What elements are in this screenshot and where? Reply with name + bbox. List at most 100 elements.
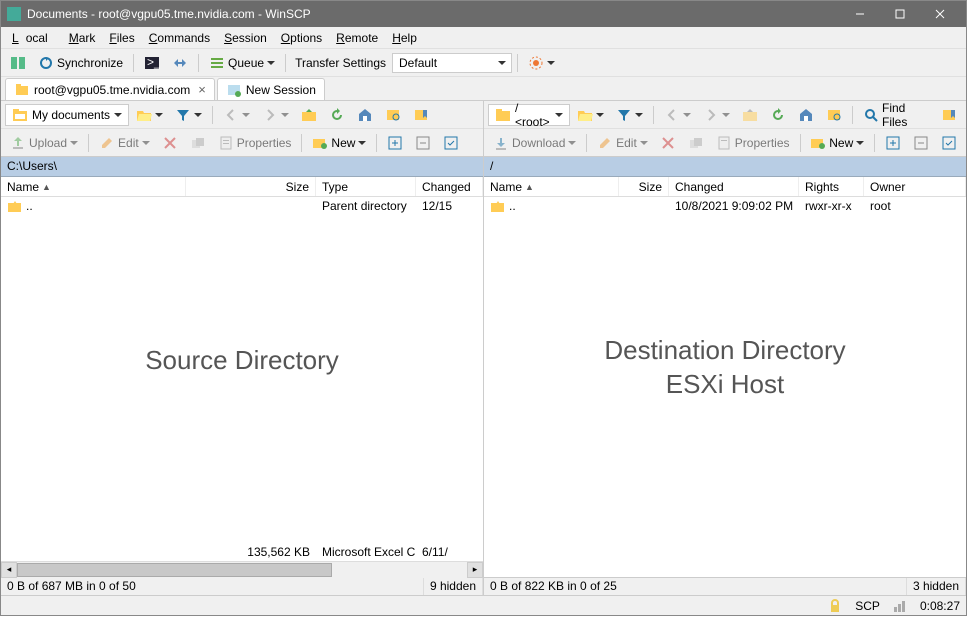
remote-back-button[interactable] [659,104,696,126]
remote-bookmark-button[interactable] [936,104,962,126]
local-props-button[interactable]: Properties [213,132,297,154]
scroll-track[interactable] [17,562,467,578]
col-name[interactable]: Name▲ [1,177,186,196]
remote-up-button[interactable] [737,104,763,126]
overlay-label: Destination Directory ESXi Host [604,334,845,402]
remote-refresh-button[interactable] [765,104,791,126]
local-new-button[interactable]: New [307,132,371,154]
chevron-down-icon [683,111,691,119]
close-button[interactable] [920,1,960,27]
remote-select-button[interactable] [936,132,962,154]
chevron-down-icon [547,59,555,67]
local-edit-button[interactable]: Edit [94,132,155,154]
local-explore-button[interactable] [380,104,406,126]
remote-move-button[interactable] [683,132,709,154]
file-row[interactable]: .. 10/8/2021 9:09:02 PM rwxr-xr-x root [484,197,966,215]
queue-button[interactable]: Queue [204,52,280,74]
local-hscroll[interactable]: ◂ ▸ [1,561,483,577]
col-type[interactable]: Type [316,177,416,196]
remote-forward-button[interactable] [698,104,735,126]
sync-browse-button[interactable] [167,52,193,74]
col-size[interactable]: Size [186,177,316,196]
menu-session[interactable]: Session [217,29,274,47]
menu-options[interactable]: Options [274,29,329,47]
remote-delete-button[interactable] [655,132,681,154]
remote-expand-button[interactable] [880,132,906,154]
remote-new-button[interactable]: New [805,132,869,154]
remote-explore-button[interactable] [821,104,847,126]
scroll-right-button[interactable]: ▸ [467,562,483,578]
local-filter-button[interactable] [170,104,207,126]
minimize-button[interactable] [840,1,880,27]
remote-collapse-button[interactable] [908,132,934,154]
local-refresh-button[interactable] [324,104,350,126]
remote-open-button[interactable] [572,104,609,126]
separator [212,106,213,124]
local-up-button[interactable] [296,104,322,126]
folder-up-icon [301,107,317,123]
col-changed[interactable]: Changed [416,177,483,196]
local-back-button[interactable] [218,104,255,126]
local-select-button[interactable] [438,132,464,154]
remote-filter-button[interactable] [611,104,648,126]
remote-files[interactable]: .. 10/8/2021 9:09:02 PM rwxr-xr-x root D… [484,197,966,577]
local-move-button[interactable] [185,132,211,154]
elapsed-time: 0:08:27 [920,599,960,613]
maximize-button[interactable] [880,1,920,27]
edit-label: Edit [118,136,139,150]
menubar: Local Mark Files Commands Session Option… [1,27,966,49]
remote-edit-button[interactable]: Edit [592,132,653,154]
col-size[interactable]: Size [619,177,669,196]
refresh-icon [770,107,786,123]
arrow-left-icon [223,107,239,123]
col-rights[interactable]: Rights [799,177,864,196]
find-files-button[interactable]: Find Files [858,104,934,126]
col-owner[interactable]: Owner [864,177,966,196]
col-name[interactable]: Name▲ [484,177,619,196]
local-pane: My documents Upload Edit Properties New [1,101,484,595]
file-row-cut[interactable]: 135,562 KB Microsoft Excel C... 6/11/ [1,543,483,561]
terminal-icon: >_ [144,55,160,71]
settings-button[interactable] [523,52,560,74]
props-label: Properties [237,136,292,150]
new-session-label: New Session [246,83,316,97]
terminal-button[interactable]: >_ [139,52,165,74]
remote-props-button[interactable]: Properties [711,132,795,154]
menu-files[interactable]: Files [102,29,141,47]
arrow-right-icon [703,107,719,123]
col-changed[interactable]: Changed [669,177,799,196]
sync-button[interactable]: Synchronize [33,52,128,74]
layout-button[interactable] [5,52,31,74]
local-bookmark-button[interactable] [408,104,434,126]
separator [376,134,377,152]
file-row[interactable]: .. Parent directory 12/15 [1,197,483,215]
local-forward-button[interactable] [257,104,294,126]
menu-help[interactable]: Help [385,29,424,47]
scroll-left-button[interactable]: ◂ [1,562,17,578]
local-home-button[interactable] [352,104,378,126]
download-icon [493,135,509,151]
menu-mark[interactable]: Mark [62,29,103,47]
local-files[interactable]: .. Parent directory 12/15 Source Directo… [1,197,483,561]
close-tab-icon[interactable]: × [198,82,206,97]
local-dir-combo[interactable]: My documents [5,104,129,126]
local-open-button[interactable] [131,104,168,126]
scroll-thumb[interactable] [17,563,332,577]
menu-commands[interactable]: Commands [142,29,217,47]
separator [517,54,518,72]
download-button[interactable]: Download [488,132,581,154]
menu-local[interactable]: Local [5,29,62,47]
menu-remote[interactable]: Remote [329,29,385,47]
upload-button[interactable]: Upload [5,132,83,154]
folder-icon [495,107,511,123]
remote-home-button[interactable] [793,104,819,126]
arrow-right-icon [262,107,278,123]
local-delete-button[interactable] [157,132,183,154]
transfer-settings-combo[interactable]: Default [392,53,512,73]
chevron-down-icon [640,139,648,147]
new-session-tab[interactable]: New Session [217,78,325,100]
local-collapse-button[interactable] [410,132,436,154]
local-expand-button[interactable] [382,132,408,154]
remote-dir-combo[interactable]: / <root> [488,104,570,126]
session-tab-active[interactable]: root@vgpu05.tme.nvidia.com × [5,78,215,100]
